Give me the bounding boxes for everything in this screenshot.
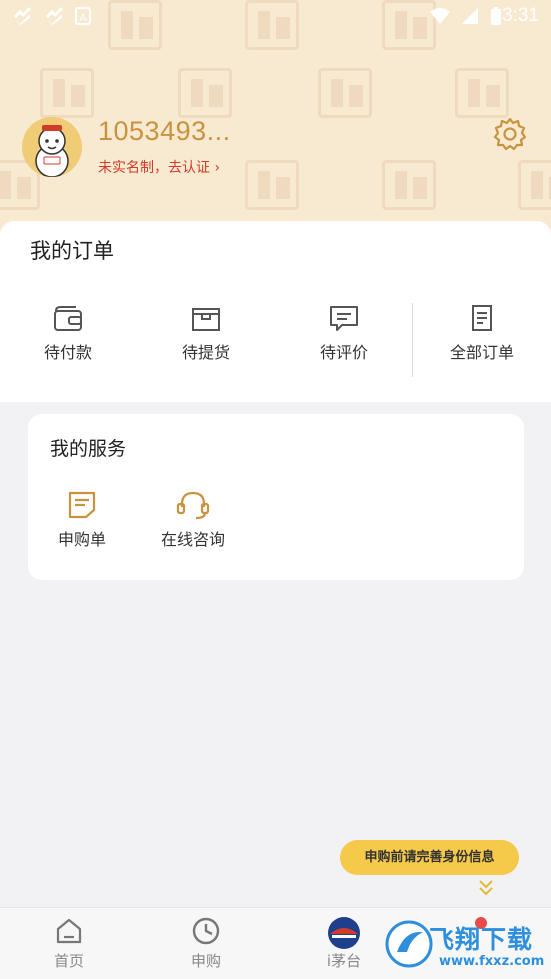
order-pending-review-label: 待评价 — [319, 343, 368, 362]
service-online-consult-label: 在线咨询 — [160, 530, 225, 549]
verify-identity-link[interactable]: 未实名制，去认证 › — [98, 157, 220, 177]
divider — [412, 303, 413, 377]
nav-home[interactable]: 首页 — [29, 916, 109, 971]
nav-purchase-label: 申购 — [190, 952, 221, 970]
background-pattern — [455, 68, 509, 118]
nav-purchase[interactable]: 申购 — [166, 916, 246, 971]
a-icon: A — [75, 7, 91, 25]
order-pending-pickup[interactable]: 待提货 — [146, 303, 266, 367]
order-all-label: 全部订单 — [449, 343, 514, 362]
svg-text:A: A — [80, 13, 87, 24]
wifi-icon — [430, 8, 450, 24]
background-pattern — [178, 68, 232, 118]
avatar[interactable] — [22, 117, 82, 177]
my-services-title: 我的服务 — [50, 438, 127, 460]
service-online-consult[interactable]: 在线咨询 — [150, 490, 236, 554]
my-orders-card: 我的订单 待付款 待提货 待评价 全部订单 — [0, 221, 551, 402]
clock-icon — [192, 917, 220, 945]
comment-icon — [330, 306, 358, 331]
my-orders-title: 我的订单 — [30, 239, 114, 263]
notification-icon — [46, 7, 63, 25]
nav-imoutai-label: i茅台 — [326, 952, 362, 970]
watermark-text: 飞翔下载 — [429, 925, 534, 954]
document-icon — [472, 305, 492, 331]
watermark: 飞翔下载 www.fxxz.com — [383, 914, 551, 976]
settings-gear-icon[interactable] — [492, 116, 528, 152]
status-time: 3:31 — [502, 5, 539, 26]
username: 1053493... — [98, 116, 231, 146]
background-pattern — [518, 160, 551, 210]
background-pattern — [318, 68, 372, 118]
signal-icon — [462, 8, 478, 24]
headset-icon — [176, 491, 210, 520]
background-pattern — [245, 160, 299, 210]
nav-home-label: 首页 — [53, 952, 84, 970]
watermark-subtext: www.fxxz.com — [439, 954, 545, 969]
box-icon — [192, 308, 220, 331]
order-pending-review[interactable]: 待评价 — [284, 303, 404, 367]
order-pending-payment[interactable]: 待付款 — [8, 303, 128, 367]
complete-identity-tip[interactable]: 申购前请完善身份信息 — [340, 840, 519, 875]
chevron-right-icon: › — [214, 160, 221, 176]
form-icon — [68, 491, 96, 519]
service-purchase-list[interactable]: 申购单 — [42, 490, 122, 554]
watermark-logo-icon — [385, 920, 433, 968]
double-chevron-down-icon — [479, 880, 493, 896]
mascot-icon — [22, 117, 82, 177]
nav-imoutai[interactable]: i茅台 — [304, 916, 384, 971]
my-services-card: 我的服务 申购单 在线咨询 — [28, 414, 524, 580]
order-pending-pickup-label: 待提货 — [181, 343, 230, 362]
verify-text: 未实名制，去认证 — [98, 160, 210, 176]
moutai-logo-icon — [328, 917, 360, 949]
status-bar: A 3:31 — [0, 0, 551, 32]
background-pattern — [40, 68, 94, 118]
background-pattern — [382, 160, 436, 210]
order-all[interactable]: 全部订单 — [422, 303, 542, 367]
service-purchase-list-label: 申购单 — [57, 530, 106, 549]
notification-icon — [14, 7, 31, 25]
profile-header: A 3:31 1053493... 未实名制，去认证 › — [0, 0, 551, 240]
home-icon — [56, 918, 82, 944]
wallet-icon — [54, 306, 82, 331]
order-pending-payment-label: 待付款 — [43, 343, 92, 362]
